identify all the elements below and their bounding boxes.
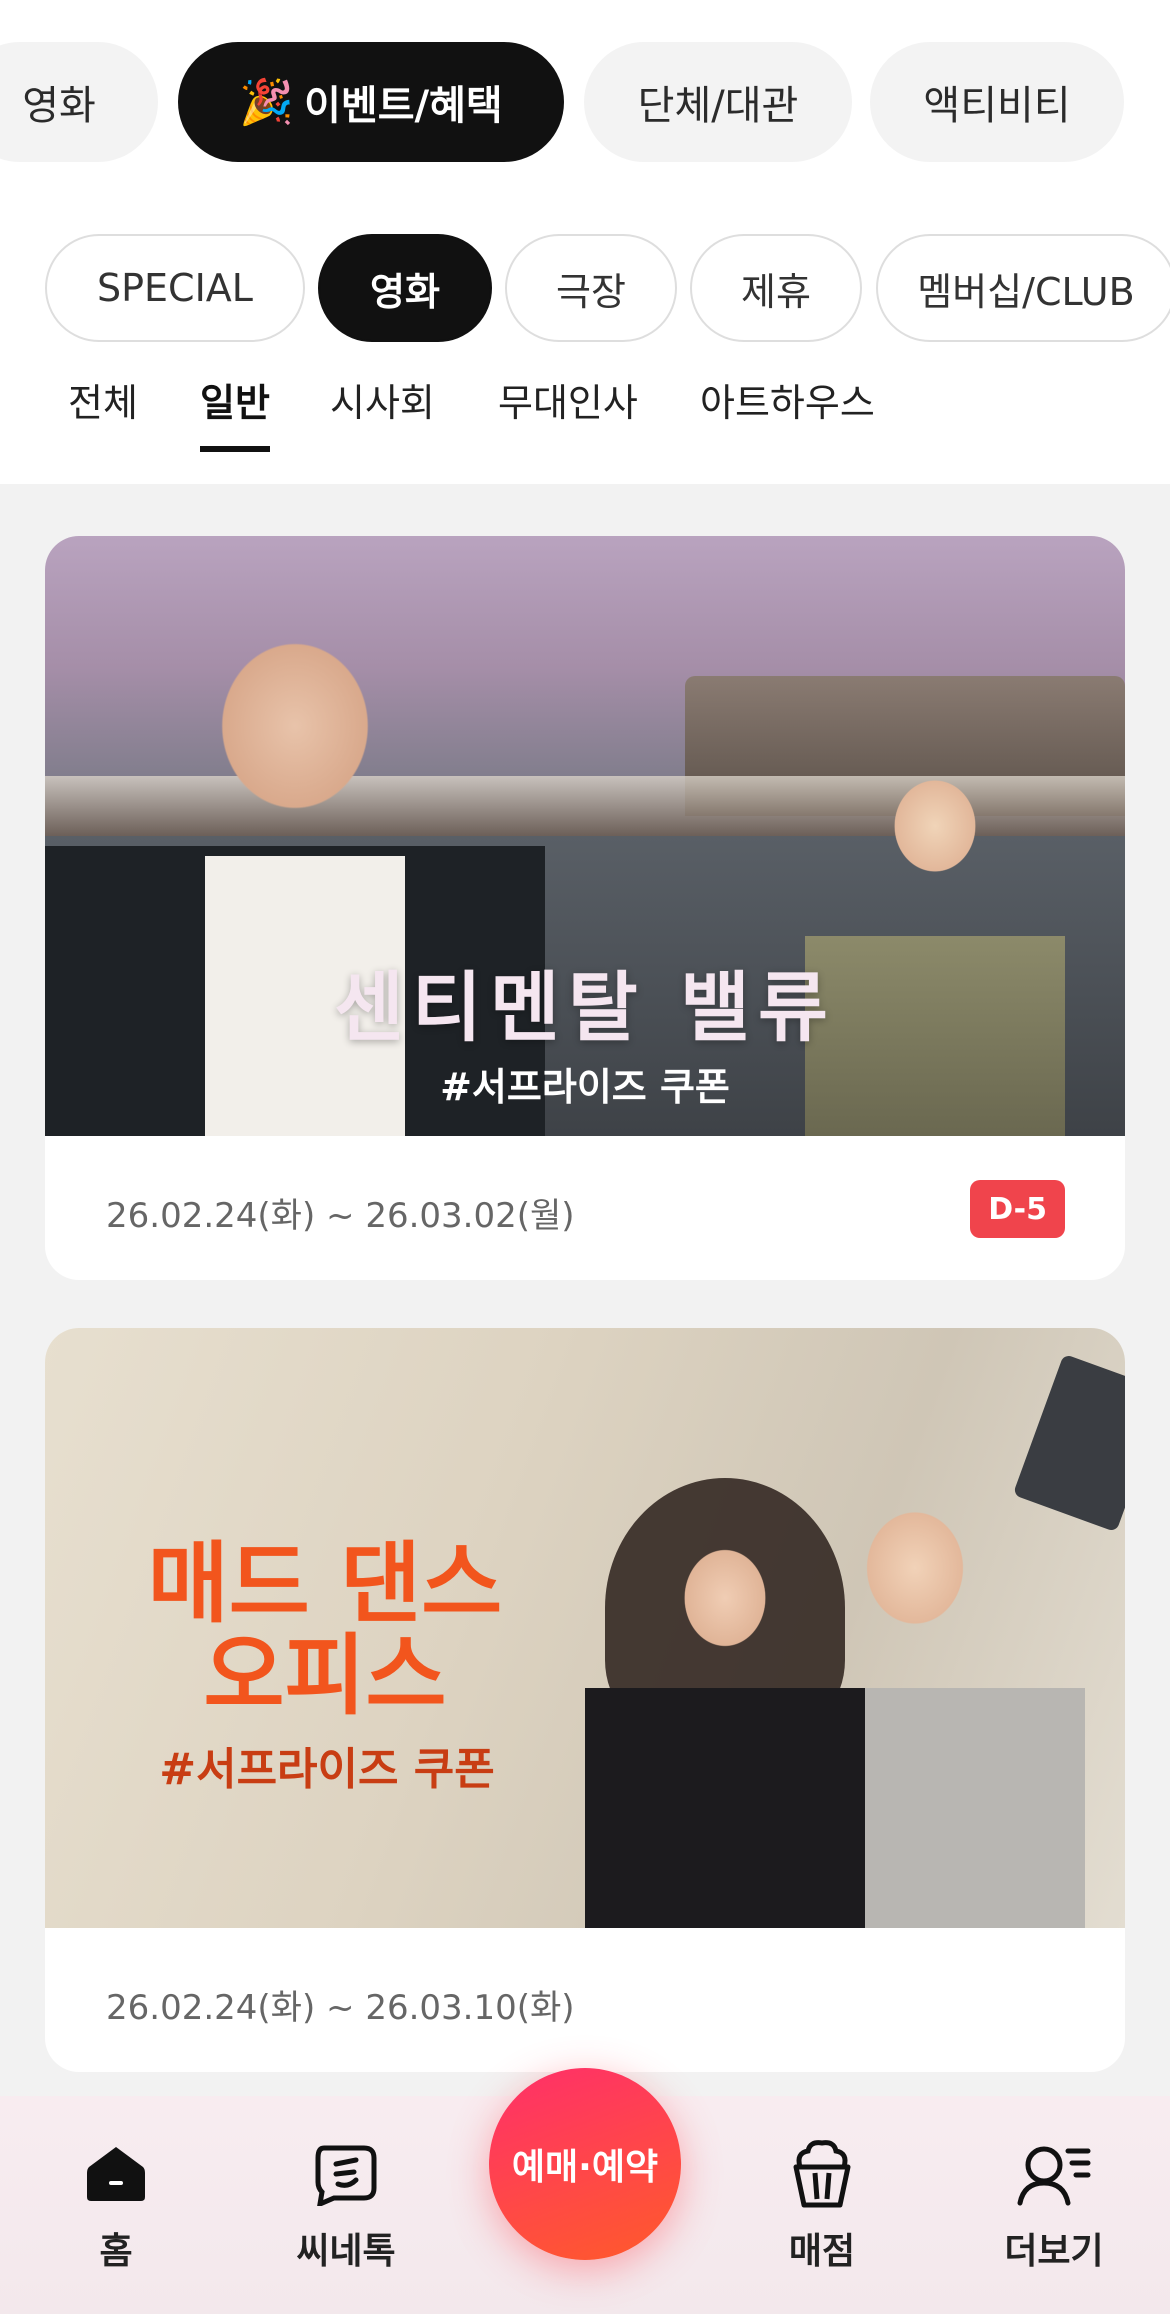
top-header: 영화 🎉 이벤트/혜택 단체/대관 액티비티 SPECIAL 영화 극장 제휴 멤… [0,0,1170,484]
tab-arthouse[interactable]: 아트하우스 [700,372,875,452]
party-popper-icon: 🎉 [239,77,295,128]
poster-person-left [585,1488,865,1928]
nav-snack[interactable]: 매점 [722,2136,922,2274]
popcorn-icon [722,2136,922,2212]
category-event[interactable]: 🎉 이벤트/혜택 [178,42,564,162]
event-poster-image: 매드 댄스 오피스 #서프라이즈 쿠폰 [45,1328,1125,1928]
book-button[interactable]: 예매·예약 [489,2068,681,2260]
category-group[interactable]: 단체/대관 [584,42,852,162]
poster-tag: #서프라이즈 쿠폰 [159,1744,495,1795]
event-card[interactable]: 센티멘탈 밸류 #서프라이즈 쿠폰 26.02.24(화) ~ 26.03.02… [45,536,1125,1280]
chat-icon [246,2136,446,2212]
subcategory-membership[interactable]: 멤버십/CLUB [876,234,1170,342]
poster-title: 센티멘탈 밸류 [334,963,836,1052]
card-footer: 26.02.24(화) ~ 26.03.02(월) D-5 [45,1136,1125,1280]
category-activity[interactable]: 액티비티 [870,42,1124,162]
home-icon [16,2136,216,2212]
nav-more[interactable]: 더보기 [954,2136,1154,2274]
dday-badge: D-5 [970,1180,1065,1238]
card-footer: 26.02.24(화) ~ 26.03.10(화) [45,1928,1125,2072]
tab-preview[interactable]: 시사회 [330,372,435,452]
tab-general[interactable]: 일반 [200,372,270,452]
more-user-icon [954,2136,1154,2212]
poster-tag: #서프라이즈 쿠폰 [440,1065,730,1109]
event-poster-image: 센티멘탈 밸류 #서프라이즈 쿠폰 [45,536,1125,1136]
tab-all[interactable]: 전체 [68,372,138,452]
nav-cinetalk[interactable]: 씨네톡 [246,2136,446,2274]
event-dates: 26.02.24(화) ~ 26.03.02(월) [106,1196,575,1236]
subcategory-partner[interactable]: 제휴 [690,234,862,342]
event-tabs: 전체 일반 시사회 무대인사 아트하우스 [0,372,1170,452]
category-row: 영화 🎉 이벤트/혜택 단체/대관 액티비티 [0,42,1170,162]
nav-home[interactable]: 홈 [16,2136,216,2274]
poster-title: 매드 댄스 오피스 [147,1532,503,1727]
tab-stage-greeting[interactable]: 무대인사 [498,372,638,452]
subcategory-row: SPECIAL 영화 극장 제휴 멤버십/CLUB [0,234,1170,342]
subcategory-special[interactable]: SPECIAL [45,234,305,342]
event-dates: 26.02.24(화) ~ 26.03.10(화) [106,1988,575,2028]
event-card[interactable]: 매드 댄스 오피스 #서프라이즈 쿠폰 26.02.24(화) ~ 26.03.… [45,1328,1125,2072]
subcategory-movie[interactable]: 영화 [318,234,492,342]
subcategory-theater[interactable]: 극장 [505,234,677,342]
category-movie[interactable]: 영화 [0,42,158,162]
